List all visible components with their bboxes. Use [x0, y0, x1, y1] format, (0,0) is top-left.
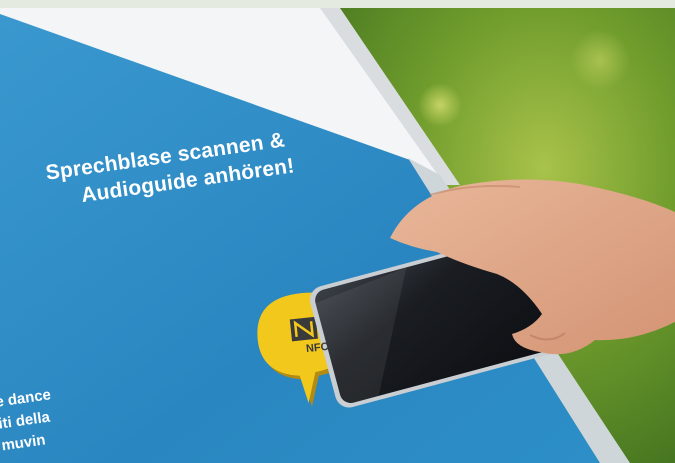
- bokeh-spot: [418, 83, 462, 127]
- photo-scene: [0, 0, 675, 463]
- top-strip: [0, 0, 675, 8]
- scene-illustration: [0, 0, 675, 463]
- bokeh-spot: [570, 30, 630, 90]
